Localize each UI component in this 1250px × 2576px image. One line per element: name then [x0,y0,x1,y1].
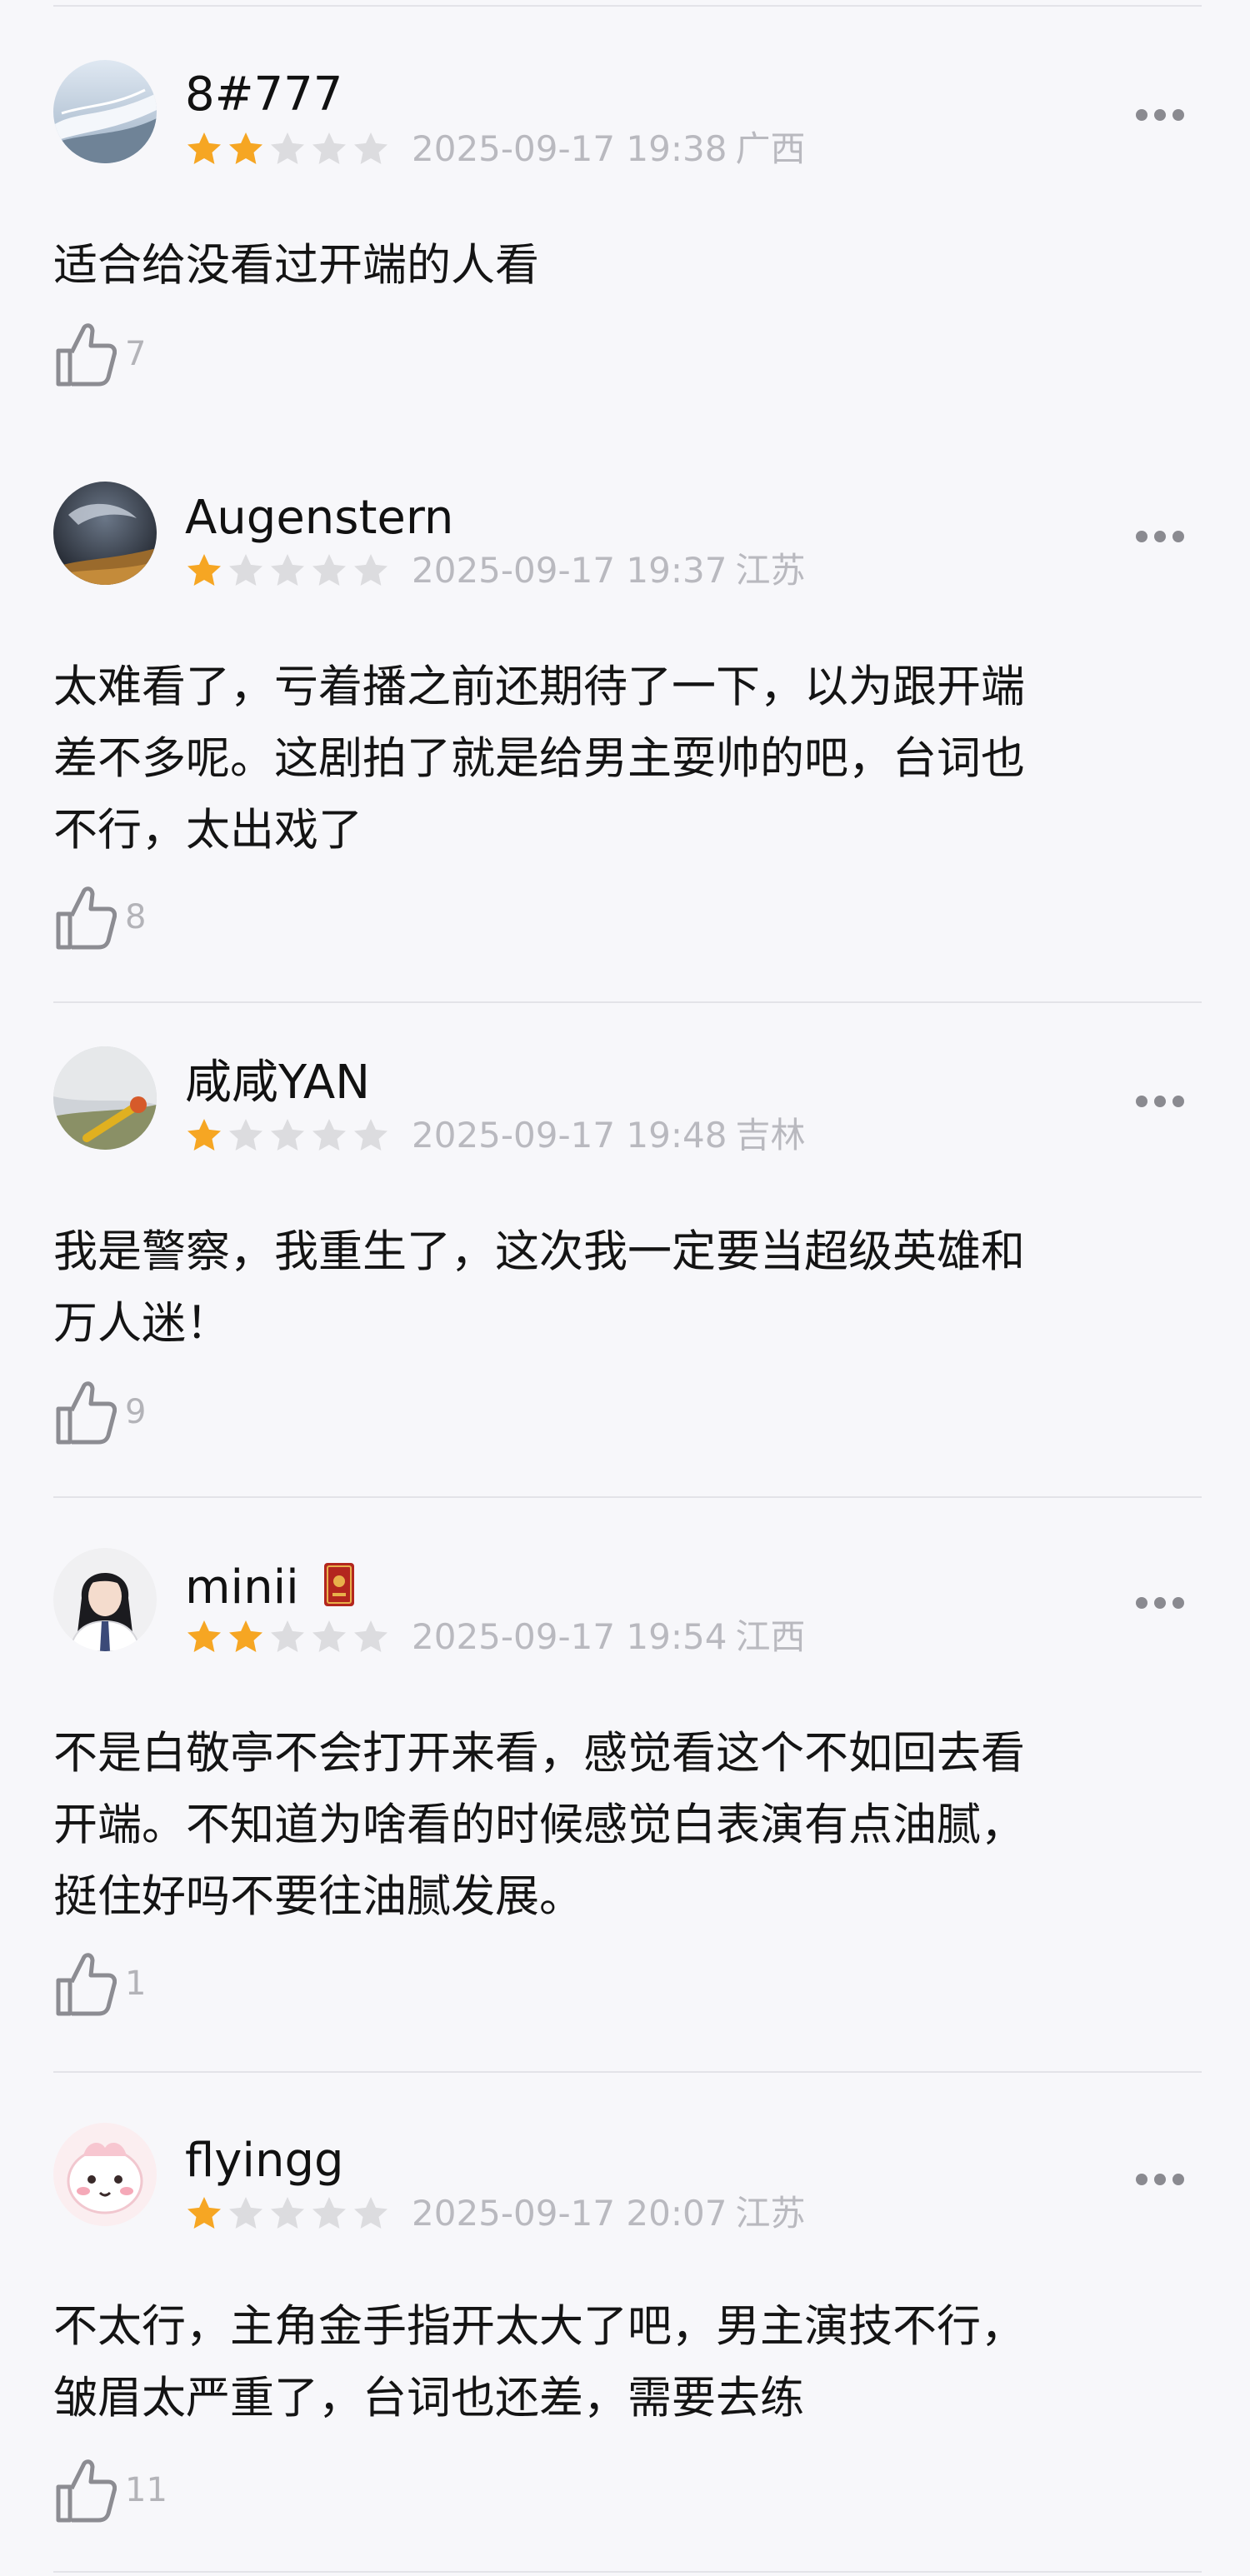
username[interactable]: Augenstern [185,495,453,542]
more-options-button[interactable] [1133,2171,1187,2188]
review-divider [53,1001,1202,1003]
review-divider [53,2071,1202,2073]
review-datetime: 2025-09-17 19:54 [412,1616,728,1657]
username[interactable]: minii [185,1561,356,1611]
review-meta: 2025-09-17 19:38 广西 [412,132,806,167]
like-count: 9 [125,1393,147,1431]
star-empty-icon [271,1119,304,1151]
username-text[interactable]: flyingg [185,2134,344,2188]
review-meta: 2025-09-17 19:48 吉林 [412,1118,806,1153]
username[interactable]: 8#777 [185,72,342,118]
more-options-button[interactable] [1133,528,1187,545]
star-rating [185,552,390,590]
review-datetime: 2025-09-17 19:48 [412,1115,728,1156]
thumbs-up-icon [56,1953,117,2016]
star-empty-icon [229,554,262,586]
review-content: 太难看了，亏着播之前还期待了一下，以为跟开端 差不多呢。这剧拍了就是给男主耍帅的… [53,661,1025,856]
more-options-button[interactable] [1133,107,1187,123]
review-content: 不太行，主角金手指开太大了吧，男主演技不行， 皱眉太严重了，台词也还差，需要去练 [53,2301,1025,2424]
star-empty-icon [229,1119,262,1151]
username-text[interactable]: 咸咸YAN [185,1056,370,1110]
review-content: 不是白敬亭不会打开来看，感觉看这个不如回去看 开端。不知道为啥看的时候感觉白表演… [53,1728,1025,1922]
star-filled-icon [188,132,221,164]
username-text[interactable]: minii [185,1560,299,1615]
review-meta: 2025-09-17 19:54 江西 [412,1620,806,1655]
more-options-button[interactable] [1133,1093,1187,1110]
username[interactable]: 咸咸YAN [185,1060,370,1106]
username-text[interactable]: Augenstern [185,491,453,545]
star-filled-icon [188,1119,221,1151]
like-button[interactable]: 7 [53,320,146,388]
star-rating [185,2194,390,2233]
like-button[interactable]: 1 [53,1949,146,2018]
thumbs-up-icon [56,323,117,387]
star-empty-icon [271,554,304,586]
username-text[interactable]: 8#777 [185,67,342,122]
like-button[interactable]: 8 [53,883,146,951]
star-rating [185,1618,390,1656]
red-book-badge-icon [323,1563,354,1606]
star-empty-icon [229,2197,262,2229]
star-rating [185,1116,390,1155]
star-empty-icon [271,1620,304,1652]
like-count: 1 [125,1964,147,2003]
star-empty-icon [354,1620,388,1652]
star-empty-icon [312,1119,346,1151]
avatar[interactable] [53,1046,157,1150]
star-empty-icon [354,554,388,586]
review-content: 适合给没看过开端的人看 [53,240,539,291]
like-count: 8 [125,898,147,936]
username[interactable]: flyingg [185,2138,344,2184]
review-meta: 2025-09-17 19:37 江苏 [412,553,806,588]
star-empty-icon [271,2197,304,2229]
thumbs-up-icon [56,886,117,950]
like-button[interactable]: 9 [53,1378,146,1446]
star-rating [185,130,390,168]
star-filled-icon [188,1620,221,1652]
star-empty-icon [354,1119,388,1151]
more-options-button[interactable] [1133,1595,1187,1611]
star-empty-icon [312,2197,346,2229]
review-datetime: 2025-09-17 19:38 [412,128,728,169]
avatar[interactable] [53,60,157,163]
star-empty-icon [354,132,388,164]
review-datetime: 2025-09-17 20:07 [412,2193,728,2234]
star-filled-icon [229,132,262,164]
review-divider [53,2571,1202,2573]
avatar[interactable] [53,2123,157,2226]
thumbs-up-icon [56,1381,117,1445]
review-meta: 2025-09-17 20:07 江苏 [412,2196,806,2231]
review-datetime: 2025-09-17 19:37 [412,550,728,591]
star-empty-icon [271,132,304,164]
star-empty-icon [312,554,346,586]
like-count: 7 [125,335,147,373]
avatar[interactable] [53,1548,157,1651]
star-filled-icon [188,2197,221,2229]
review-location: 吉林 [735,1115,806,1156]
star-filled-icon [229,1620,262,1652]
like-button[interactable]: 11 [53,2456,168,2524]
thumbs-up-icon [56,2459,117,2523]
review-location: 江苏 [735,550,806,591]
review-location: 广西 [735,128,806,169]
top-divider [53,5,1202,7]
review-location: 江苏 [735,2193,806,2234]
star-empty-icon [354,2197,388,2229]
star-filled-icon [188,554,221,586]
review-divider [53,1496,1202,1498]
like-count: 11 [125,2471,168,2509]
review-location: 江西 [735,1616,806,1657]
star-empty-icon [312,1620,346,1652]
star-empty-icon [312,132,346,164]
avatar[interactable] [53,482,157,585]
review-content: 我是警察，我重生了，这次我一定要当超级英雄和 万人迷！ [53,1226,1025,1349]
